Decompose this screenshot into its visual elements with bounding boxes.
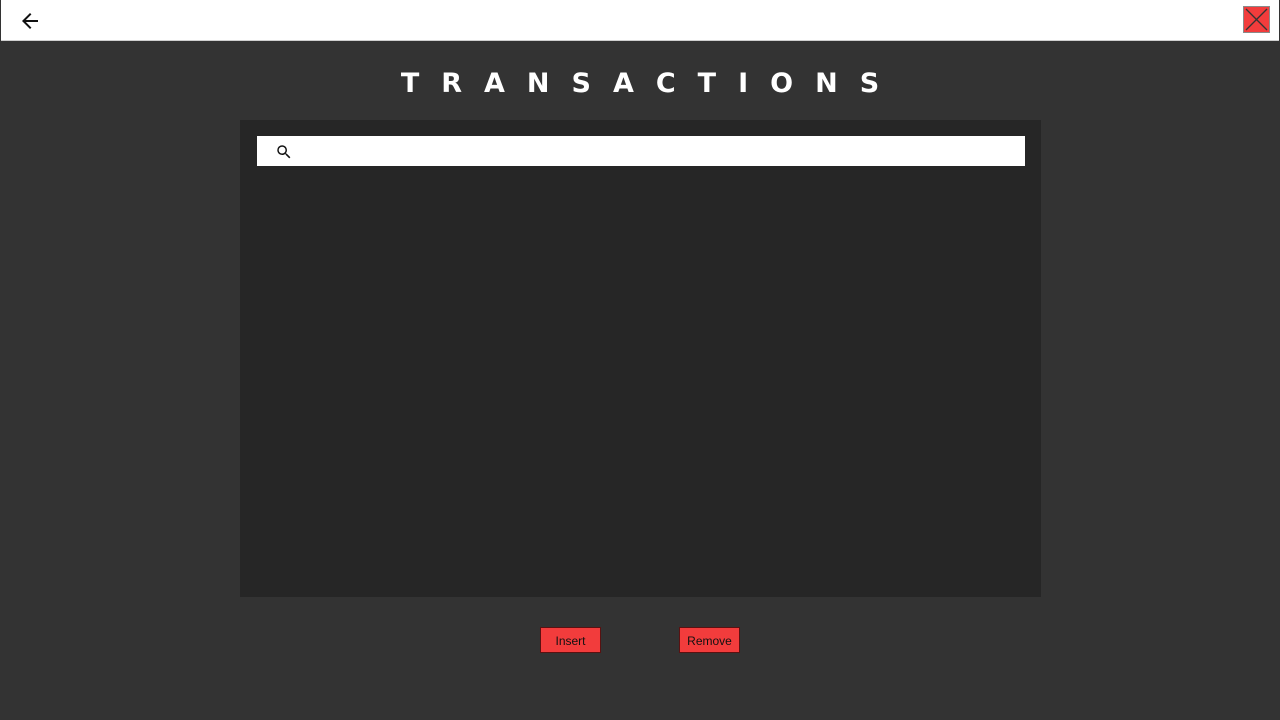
close-button[interactable] bbox=[1243, 6, 1270, 33]
back-button[interactable] bbox=[15, 6, 45, 36]
top-bar bbox=[1, 0, 1279, 41]
search-input[interactable] bbox=[301, 136, 1021, 166]
arrow-left-icon bbox=[22, 13, 38, 29]
search-bar bbox=[257, 136, 1025, 166]
close-x-icon bbox=[1245, 8, 1268, 31]
page-title: TRANSACTIONS bbox=[400, 68, 902, 99]
search-icon bbox=[277, 145, 291, 159]
insert-button[interactable]: Insert bbox=[540, 627, 601, 653]
remove-button[interactable]: Remove bbox=[679, 627, 740, 653]
transactions-list-panel bbox=[240, 120, 1041, 597]
